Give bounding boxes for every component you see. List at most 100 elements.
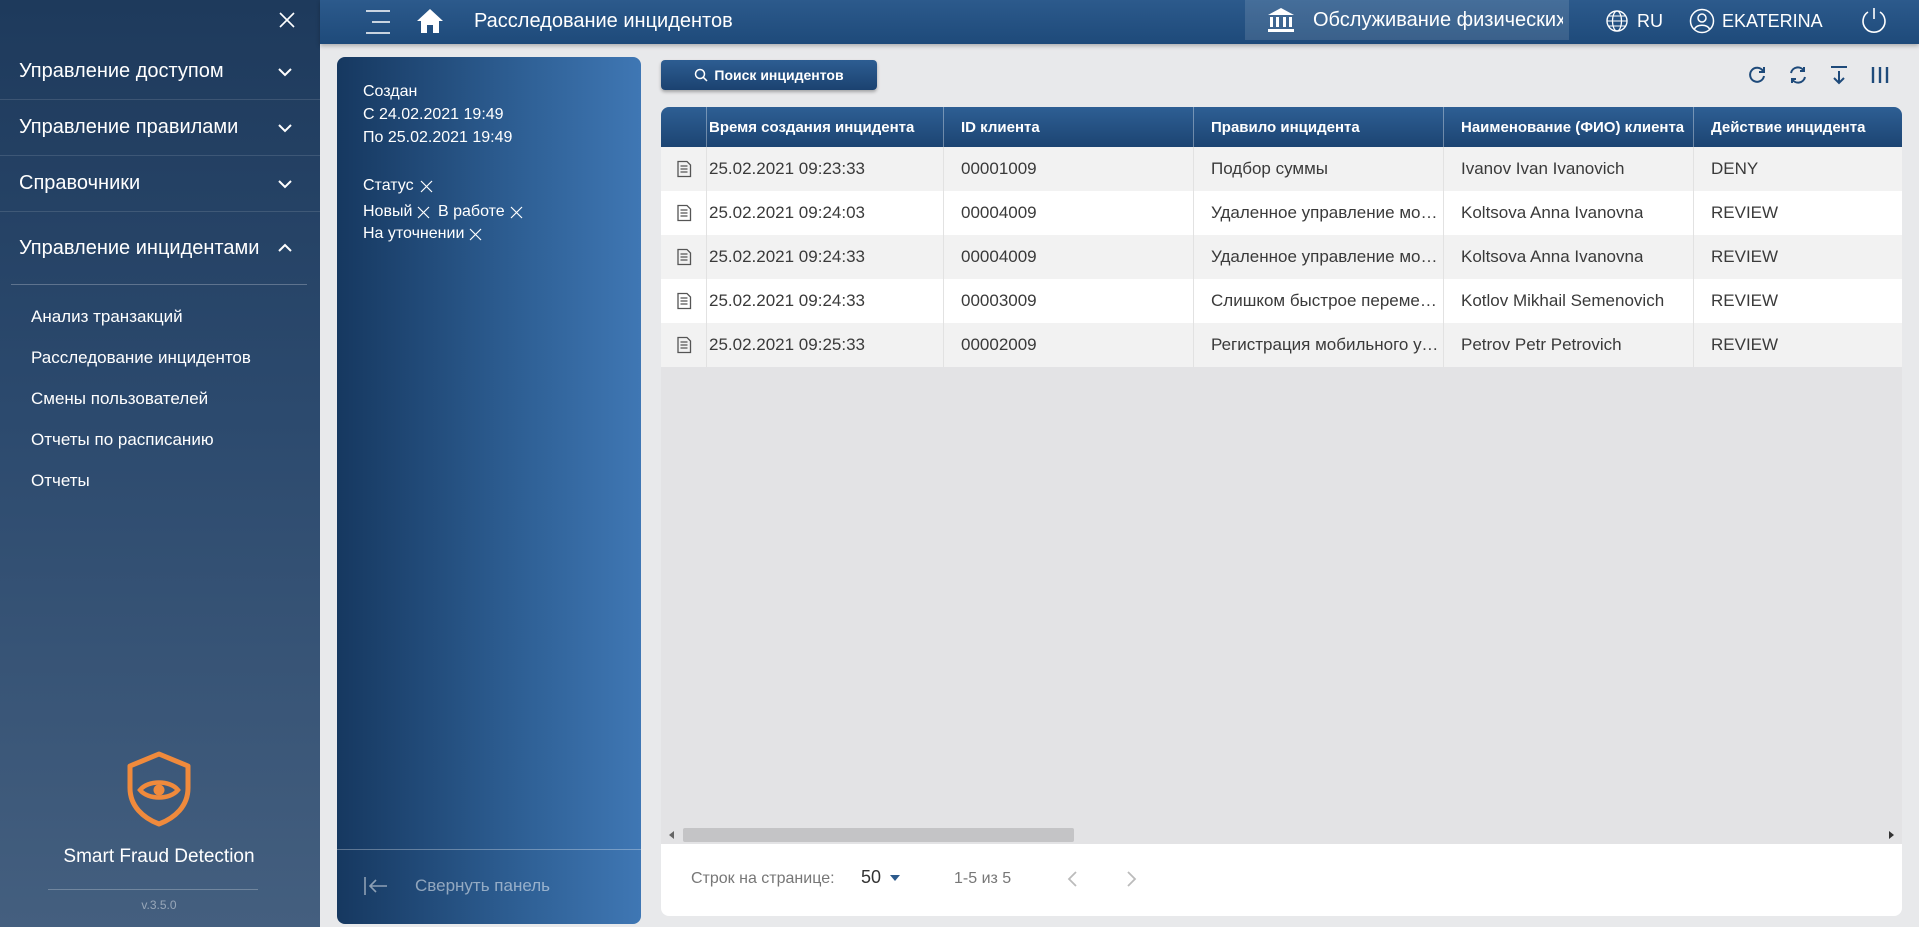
chevron-down-icon — [278, 179, 292, 188]
row-icon-cell — [661, 323, 707, 367]
sidebar-group-dictionaries[interactable]: Справочники — [0, 156, 320, 212]
cell-action: REVIEW — [1694, 323, 1902, 367]
globe-icon — [1606, 10, 1628, 32]
cell-created-time: 25.02.2021 09:24:33 — [707, 279, 944, 323]
sidebar-item-incident-investigation[interactable]: Расследование инцидентов — [0, 337, 320, 378]
columns-icon[interactable] — [1869, 64, 1891, 86]
scroll-left-icon[interactable] — [667, 830, 677, 840]
page-range: 1-5 из 5 — [954, 870, 1012, 887]
download-icon[interactable] — [1828, 64, 1850, 86]
sidebar-group-incidents[interactable]: Управление инцидентами — [0, 212, 320, 284]
remove-chip-icon[interactable] — [417, 206, 430, 219]
cell-created-time: 25.02.2021 09:23:33 — [707, 147, 944, 191]
collapse-left-icon — [364, 877, 387, 895]
user-name: EKATERINA — [1722, 10, 1823, 31]
user-menu[interactable]: EKATERINA — [1689, 8, 1823, 34]
status-chip-label: На уточнении — [363, 225, 465, 242]
column-header-action[interactable]: Действие инцидента — [1694, 107, 1902, 147]
search-incidents-label: Поиск инцидентов — [714, 67, 844, 83]
filter-created-label: Создан — [363, 83, 418, 100]
menu-icon[interactable] — [364, 7, 392, 37]
document-icon[interactable] — [675, 336, 693, 354]
column-header-client-id[interactable]: ID клиента — [944, 107, 1194, 147]
filter-divider — [337, 849, 641, 850]
chevron-left-icon[interactable] — [1063, 869, 1083, 889]
cell-created-time: 25.02.2021 09:25:33 — [707, 323, 944, 367]
sidebar-item-scheduled-reports[interactable]: Отчеты по расписанию — [0, 419, 320, 460]
column-header-created-time[interactable]: Время создания инцидента — [707, 107, 944, 147]
cell-client-id: 00002009 — [944, 323, 1194, 367]
cell-client-name: Koltsova Anna Ivanovna — [1444, 191, 1694, 235]
organization-selector[interactable]: Обслуживание физических лиц — [1245, 0, 1569, 40]
search-incidents-button[interactable]: Поиск инцидентов — [661, 60, 877, 90]
sidebar-group-access[interactable]: Управление доступом — [0, 44, 320, 100]
search-icon — [695, 68, 708, 82]
document-icon[interactable] — [675, 204, 693, 222]
refresh-icon[interactable] — [1746, 64, 1768, 86]
language-selector[interactable]: RU — [1605, 8, 1663, 34]
cell-text: REVIEW — [1711, 203, 1779, 222]
document-icon[interactable] — [675, 160, 693, 178]
document-icon[interactable] — [675, 292, 693, 310]
brand-divider — [48, 889, 258, 890]
sidebar-item-transactions[interactable]: Анализ транзакций — [0, 296, 320, 337]
sidebar-group-label: Управление правилами — [19, 116, 239, 138]
cell-text: Petrov Petr Petrovich — [1461, 335, 1622, 354]
power-icon[interactable] — [1860, 6, 1888, 34]
cell-rule: Слишком быстрое перемещение — [1194, 279, 1444, 323]
cell-client-name: Koltsova Anna Ivanovna — [1444, 235, 1694, 279]
table-row[interactable]: 25.02.2021 09:24:33 00003009 Слишком быс… — [661, 279, 1902, 323]
home-icon[interactable] — [416, 7, 444, 35]
shield-eye-logo-icon — [127, 751, 191, 827]
cell-action: REVIEW — [1694, 191, 1902, 235]
remove-chip-icon[interactable] — [469, 228, 482, 241]
clear-status-icon[interactable] — [420, 180, 433, 193]
document-icon[interactable] — [675, 248, 693, 266]
cell-client-id: 00003009 — [944, 279, 1194, 323]
chevron-down-icon — [278, 67, 292, 76]
row-icon-cell — [661, 191, 707, 235]
cell-text: 25.02.2021 09:24:03 — [709, 203, 865, 222]
remove-chip-icon[interactable] — [510, 206, 523, 219]
column-header-rule[interactable]: Правило инцидента — [1194, 107, 1444, 147]
page-title: Расследование инцидентов — [474, 10, 733, 32]
filter-panel: Создан С 24.02.2021 19:49 По 25.02.2021 … — [337, 57, 641, 924]
status-chip-clarification: На уточнении — [363, 225, 482, 243]
table-header: Время создания инцидента ID клиента Прав… — [661, 107, 1902, 147]
sync-icon[interactable] — [1787, 64, 1809, 86]
organization-name: Обслуживание физических лиц — [1313, 9, 1563, 31]
column-header-client-name[interactable]: Наименование (ФИО) клиента — [1444, 107, 1694, 147]
table-row[interactable]: 25.02.2021 09:25:33 00002009 Регистрация… — [661, 323, 1902, 367]
cell-created-time: 25.02.2021 09:24:03 — [707, 191, 944, 235]
cell-client-name: Ivanov Ivan Ivanovich — [1444, 147, 1694, 191]
table-row[interactable]: 25.02.2021 09:24:03 00004009 Удаленное у… — [661, 191, 1902, 235]
status-chip-new: Новый — [363, 203, 430, 221]
cell-text: REVIEW — [1711, 291, 1779, 310]
cell-rule: Подбор суммы — [1194, 147, 1444, 191]
cell-created-time: 25.02.2021 09:24:33 — [707, 235, 944, 279]
collapse-panel-button[interactable]: Свернуть панель — [363, 875, 550, 897]
table-header-icon-column — [661, 107, 707, 147]
cell-text: Koltsova Anna Ivanovna — [1461, 247, 1644, 266]
cell-rule: Регистрация мобильного устройства — [1194, 323, 1444, 367]
sidebar-item-user-shifts[interactable]: Смены пользователей — [0, 378, 320, 419]
close-icon[interactable] — [276, 9, 298, 31]
scrollbar-thumb[interactable] — [683, 828, 1074, 842]
cell-action: REVIEW — [1694, 279, 1902, 323]
horizontal-scrollbar[interactable] — [661, 826, 1902, 844]
cell-text: Koltsova Anna Ivanovna — [1461, 203, 1644, 222]
rows-per-page-select[interactable]: 50 — [861, 867, 901, 888]
scroll-right-icon[interactable] — [1886, 830, 1896, 840]
user-avatar-icon — [1689, 8, 1715, 34]
table-row[interactable]: 25.02.2021 09:24:33 00004009 Удаленное у… — [661, 235, 1902, 279]
sidebar-item-reports[interactable]: Отчеты — [0, 460, 320, 501]
sidebar-group-rules[interactable]: Управление правилами — [0, 100, 320, 156]
status-chip-label: Новый — [363, 203, 413, 220]
row-icon-cell — [661, 279, 707, 323]
chevron-right-icon[interactable] — [1121, 869, 1141, 889]
cell-text: 25.02.2021 09:24:33 — [709, 247, 865, 266]
filter-status-text: Статус — [363, 177, 414, 194]
table-row[interactable]: 25.02.2021 09:23:33 00001009 Подбор сумм… — [661, 147, 1902, 191]
cell-text: 00003009 — [961, 291, 1037, 310]
sidebar-group-label: Управление инцидентами — [19, 236, 260, 259]
